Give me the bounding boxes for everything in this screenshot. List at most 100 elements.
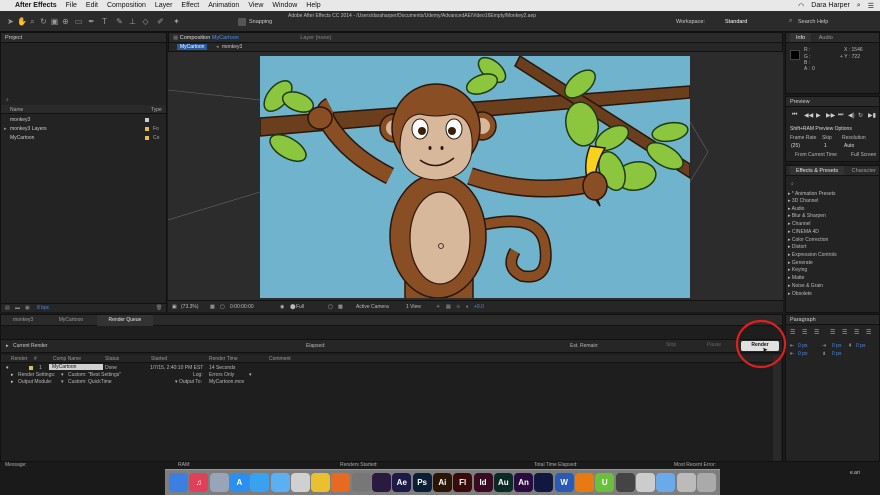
trash-icon[interactable] (696, 473, 716, 492)
hand-tool-icon[interactable]: ✋ (17, 17, 27, 26)
effect-category[interactable]: ▸ Distort (788, 244, 806, 250)
column-render-time[interactable]: Render Time (209, 356, 238, 362)
render-item-comp-name[interactable]: MyCartoon (49, 364, 103, 370)
composition-canvas[interactable] (260, 56, 690, 298)
finder-icon[interactable] (169, 473, 188, 492)
column-number[interactable]: # (34, 356, 37, 362)
transparency-grid-icon[interactable]: ▩ (338, 304, 343, 310)
finder-window-icon[interactable] (676, 473, 696, 492)
puppet-pin-tool-icon[interactable]: ✦ (172, 17, 181, 26)
pen-tool-icon[interactable]: ✒ (87, 17, 96, 26)
effect-category[interactable]: ▸ 3D Channel (788, 198, 818, 204)
spotlight-icon[interactable]: ⌕ (857, 2, 861, 10)
flash-icon[interactable]: Fl (453, 473, 473, 492)
effect-category[interactable]: ▸ CINEMA 4D (788, 229, 819, 235)
always-preview-icon[interactable]: ▣ (172, 304, 177, 310)
ram-preview-icon[interactable]: ▶▮ (868, 112, 876, 119)
zoom-tool-icon[interactable]: ⌕ (28, 17, 37, 26)
region-of-interest-icon[interactable]: ▢ (328, 304, 333, 310)
chrome-icon[interactable] (311, 473, 331, 492)
audition-icon[interactable]: Au (493, 473, 513, 492)
space-before-value[interactable]: 0 px (856, 343, 865, 349)
column-render[interactable]: Render (11, 356, 27, 362)
tab-info[interactable]: Info (790, 33, 812, 42)
frame-rate-select[interactable]: (25) (791, 143, 800, 149)
settings-icon[interactable] (351, 473, 371, 492)
preview-tab[interactable]: Preview (790, 99, 810, 105)
current-render-disclosure-icon[interactable]: ▸ (6, 343, 9, 349)
menu-app-name[interactable]: After Effects (15, 2, 57, 9)
show-snapshot-icon[interactable]: ◉ (280, 304, 284, 310)
render-queue-item[interactable]: ▾ 1 MyCartoon Done 1/7/15, 2:40:10 PM ES… (1, 364, 782, 372)
menu-edit[interactable]: Edit (86, 2, 98, 9)
project-item[interactable]: ▸ monkey3 Layers Fo (1, 125, 166, 133)
effect-category[interactable]: ▸ Noise & Grain (788, 283, 823, 289)
flowchart-icon[interactable]: ⊹ (456, 304, 460, 310)
effect-category[interactable]: ▸ Generate (788, 260, 813, 266)
full-screen-checkbox[interactable]: Full Screen (851, 152, 876, 158)
menu-view[interactable]: View (248, 2, 263, 9)
channel-icon[interactable]: ⬤ (290, 304, 296, 310)
effect-category[interactable]: ▸ Blur & Sharpen (788, 213, 826, 219)
rotate-tool-icon[interactable]: ↻ (39, 17, 48, 26)
stop-button[interactable]: Stop (653, 341, 689, 350)
render-settings-arrow-icon[interactable]: ▾ (61, 372, 64, 378)
snapping-checkbox[interactable] (238, 18, 246, 26)
music-icon[interactable]: ♫ (189, 473, 209, 492)
camera-select[interactable]: Active Camera (356, 304, 389, 310)
justify-left-icon[interactable]: ☰ (830, 329, 835, 336)
output-module-disclosure-icon[interactable]: ▸ (11, 379, 14, 385)
safari-icon[interactable] (250, 473, 270, 492)
timecode-display[interactable]: 0:00:00:00 (230, 304, 254, 310)
photos-icon[interactable] (290, 473, 310, 492)
launchpad-icon[interactable] (209, 473, 229, 492)
lock-icon[interactable]: ▦ (173, 35, 178, 41)
effect-category[interactable]: ▸ Audio (788, 206, 804, 212)
effect-category[interactable]: ▸ Obsolete (788, 291, 812, 297)
notifications-icon[interactable]: ☰ (868, 2, 874, 10)
tab-character[interactable]: Character (846, 166, 879, 175)
effect-category[interactable]: ▸ Color Correction (788, 237, 828, 243)
word-icon[interactable]: W (554, 473, 574, 492)
effect-category[interactable]: ▸ Expression Controls (788, 252, 837, 258)
upwork-icon[interactable]: U (595, 473, 615, 492)
column-started[interactable]: Started (151, 356, 167, 362)
align-center-icon[interactable]: ☰ (802, 329, 807, 336)
bpc-button[interactable]: 8 bpc (37, 305, 49, 311)
comp-breadcrumb-mycartoon[interactable]: MyCartoon (177, 44, 208, 50)
indesign-icon[interactable]: Id (473, 473, 493, 492)
camera-tool-icon[interactable]: ▣ (50, 17, 59, 26)
skip-select[interactable]: 1 (824, 143, 827, 149)
previous-frame-icon[interactable]: ◀◀ (804, 112, 813, 119)
space-after-value[interactable]: 0 px (832, 351, 841, 357)
resolution-select[interactable]: Auto (844, 143, 854, 149)
last-frame-icon[interactable]: ⏭ (838, 112, 843, 119)
align-right-icon[interactable]: ☰ (814, 329, 819, 336)
project-name-column[interactable]: Name (10, 107, 23, 113)
composition-tab-label[interactable]: Composition (180, 35, 211, 41)
play-icon[interactable]: ▶ (816, 112, 821, 119)
roto-brush-tool-icon[interactable]: ✐ (156, 17, 165, 26)
paragraph-tab[interactable]: Paragraph (790, 317, 816, 323)
comp-breadcrumb-monkey3[interactable]: monkey3 (222, 44, 242, 50)
tab-monkey3[interactable]: monkey3 (1, 315, 45, 326)
fast-previews-icon[interactable]: ✧ (436, 304, 440, 310)
effect-category[interactable]: ▸ Channel (788, 221, 811, 227)
menu-help[interactable]: Help (306, 2, 320, 9)
output-to-arrow-icon[interactable]: ▾ (175, 379, 178, 385)
zoom-select[interactable]: (73.3%) (181, 304, 199, 310)
delete-icon[interactable]: 🗑 (156, 305, 162, 311)
justify-all-icon[interactable]: ☰ (866, 329, 871, 336)
output-to-value[interactable]: MyCartoon.mov (209, 379, 244, 385)
log-arrow-icon[interactable]: ▾ (249, 372, 252, 378)
illustrator-icon[interactable]: Ai (432, 473, 452, 492)
next-frame-icon[interactable]: ▶▶ (826, 112, 835, 119)
clone-stamp-tool-icon[interactable]: ⊥ (128, 17, 137, 26)
effect-category[interactable]: ▸ Keying (788, 267, 807, 273)
pause-button[interactable]: Pause (696, 341, 732, 350)
folder-icon[interactable] (656, 473, 676, 492)
ram-preview-options[interactable]: Shift+RAM Preview Options (790, 126, 852, 132)
search-help-input[interactable]: Search Help (798, 19, 828, 25)
premiere-icon[interactable] (372, 473, 391, 492)
rectangle-tool-icon[interactable]: ▭ (74, 17, 83, 26)
